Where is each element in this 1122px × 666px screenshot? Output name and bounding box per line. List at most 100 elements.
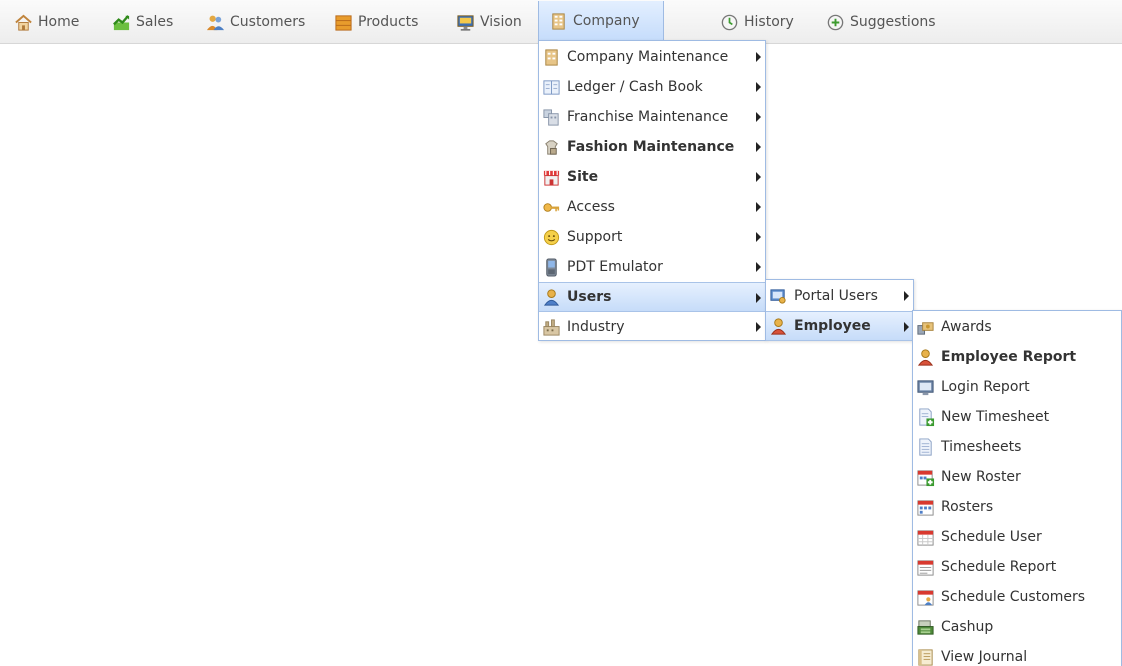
nav-history[interactable]: History	[720, 0, 794, 44]
industry-factory-icon	[543, 318, 560, 336]
menu-item-employee[interactable]: Employee	[766, 311, 913, 341]
awards-icon	[917, 321, 934, 335]
ledger-book-icon	[543, 79, 560, 95]
menu-item-label: New Roster	[941, 469, 1021, 485]
submenu-arrow-icon	[756, 232, 761, 242]
menu-item-label: Schedule Customers	[941, 589, 1086, 605]
menu-item-label: Access	[567, 199, 615, 215]
menu-item-pdt-emulator[interactable]: PDT Emulator	[539, 252, 765, 282]
menu-item-portal-users[interactable]: Portal Users	[766, 281, 913, 311]
menu-item-schedule-report[interactable]: Schedule Report	[913, 552, 1121, 582]
menu-item-fashion-maintenance[interactable]: Fashion Maintenance	[539, 132, 765, 162]
submenu-arrow-icon	[756, 142, 761, 152]
menu-item-new-roster[interactable]: New Roster	[913, 462, 1121, 492]
building-icon	[545, 48, 558, 66]
menu-item-employee-report[interactable]: Employee Report	[913, 342, 1121, 372]
nav-products-label: Products	[358, 14, 419, 30]
nav-suggestions-label: Suggestions	[850, 14, 936, 30]
suggestions-icon	[827, 14, 844, 30]
menu-item-label: Franchise Maintenance	[567, 109, 729, 125]
menu-item-ledger-cash-book[interactable]: Ledger / Cash Book	[539, 72, 765, 102]
nav-company[interactable]: Company	[538, 1, 664, 41]
submenu-arrow-icon	[756, 52, 761, 62]
portal-users-icon	[770, 288, 786, 304]
menu-item-label: Portal Users	[794, 288, 878, 304]
cashup-register-icon	[917, 619, 934, 635]
nav-home-label: Home	[38, 14, 80, 30]
schedule-report-icon	[917, 559, 934, 576]
menu-item-site[interactable]: Site	[539, 162, 765, 192]
nav-history-label: History	[744, 14, 794, 30]
menu-item-support[interactable]: Support	[539, 222, 765, 252]
nav-company-label: Company	[573, 13, 640, 29]
menu-item-label: Support	[567, 229, 623, 245]
menu-item-awards[interactable]: Awards	[913, 312, 1121, 342]
menu-item-new-timesheet[interactable]: New Timesheet	[913, 402, 1121, 432]
login-report-icon	[917, 379, 934, 395]
menu-item-label: Ledger / Cash Book	[567, 79, 703, 95]
products-icon	[335, 14, 352, 31]
customers-icon	[206, 15, 225, 30]
menu-item-label: Cashup	[941, 619, 994, 635]
pdt-device-icon	[546, 257, 557, 277]
menu-item-industry[interactable]: Industry	[539, 312, 765, 342]
menu-item-access[interactable]: Access	[539, 192, 765, 222]
menu-item-label: PDT Emulator	[567, 259, 663, 275]
menu-item-login-report[interactable]: Login Report	[913, 372, 1121, 402]
franchise-icon	[543, 108, 559, 126]
menu-item-users[interactable]: Users	[539, 282, 765, 312]
user-icon	[543, 288, 560, 306]
company-menu: Company Maintenance Ledger / Cash Book F…	[538, 40, 766, 341]
key-icon	[543, 202, 560, 212]
schedule-customers-icon	[917, 589, 934, 606]
journal-icon	[918, 648, 933, 666]
menu-item-label: Employee	[794, 318, 871, 334]
home-icon	[15, 14, 32, 31]
nav-products[interactable]: Products	[334, 0, 418, 44]
menu-item-label: Schedule Report	[941, 559, 1057, 575]
menu-item-timesheets[interactable]: Timesheets	[913, 432, 1121, 462]
menu-item-rosters[interactable]: Rosters	[913, 492, 1121, 522]
history-icon	[721, 14, 738, 30]
submenu-arrow-icon	[756, 172, 761, 182]
menu-item-label: View Journal	[941, 649, 1028, 665]
menu-item-label: Employee Report	[941, 349, 1077, 365]
page: Home Sales Customers Products Vision Com…	[0, 0, 1122, 666]
nav-home[interactable]: Home	[14, 0, 79, 44]
menu-item-label: New Timesheet	[941, 409, 1050, 425]
company-building-icon	[552, 12, 565, 30]
schedule-user-icon	[917, 529, 934, 546]
submenu-arrow-icon	[756, 202, 761, 212]
menu-item-cashup[interactable]: Cashup	[913, 612, 1121, 642]
storefront-icon	[543, 170, 560, 186]
submenu-arrow-icon	[756, 82, 761, 92]
menu-item-label: Login Report	[941, 379, 1030, 395]
submenu-arrow-icon	[756, 322, 761, 332]
menu-item-label: Rosters	[941, 499, 994, 515]
nav-sales[interactable]: Sales	[112, 0, 173, 44]
employee-submenu: Awards Employee Report Login Report New …	[912, 310, 1122, 666]
employee-icon	[770, 317, 787, 335]
nav-sales-label: Sales	[136, 14, 174, 30]
submenu-arrow-icon	[756, 112, 761, 122]
rosters-calendar-icon	[917, 499, 934, 516]
fashion-icon	[545, 139, 558, 155]
timesheets-icon	[919, 437, 932, 456]
nav-customers[interactable]: Customers	[206, 0, 305, 44]
menu-item-company-maintenance[interactable]: Company Maintenance	[539, 42, 765, 72]
menu-item-franchise-maintenance[interactable]: Franchise Maintenance	[539, 102, 765, 132]
menu-item-view-journal[interactable]: View Journal	[913, 642, 1121, 666]
menu-item-schedule-customers[interactable]: Schedule Customers	[913, 582, 1121, 612]
nav-suggestions[interactable]: Suggestions	[826, 0, 936, 44]
menu-item-schedule-user[interactable]: Schedule User	[913, 522, 1121, 552]
vision-monitor-icon	[457, 14, 474, 31]
nav-customers-label: Customers	[230, 14, 306, 30]
submenu-arrow-icon	[756, 262, 761, 272]
top-nav-bar: Home Sales Customers Products Vision Com…	[0, 0, 1122, 44]
nav-vision[interactable]: Vision	[456, 0, 522, 44]
submenu-arrow-icon	[904, 322, 909, 332]
nav-vision-label: Vision	[480, 14, 522, 30]
support-smiley-icon	[543, 229, 560, 245]
employee-report-icon	[917, 348, 934, 366]
menu-item-label: Industry	[567, 319, 625, 335]
